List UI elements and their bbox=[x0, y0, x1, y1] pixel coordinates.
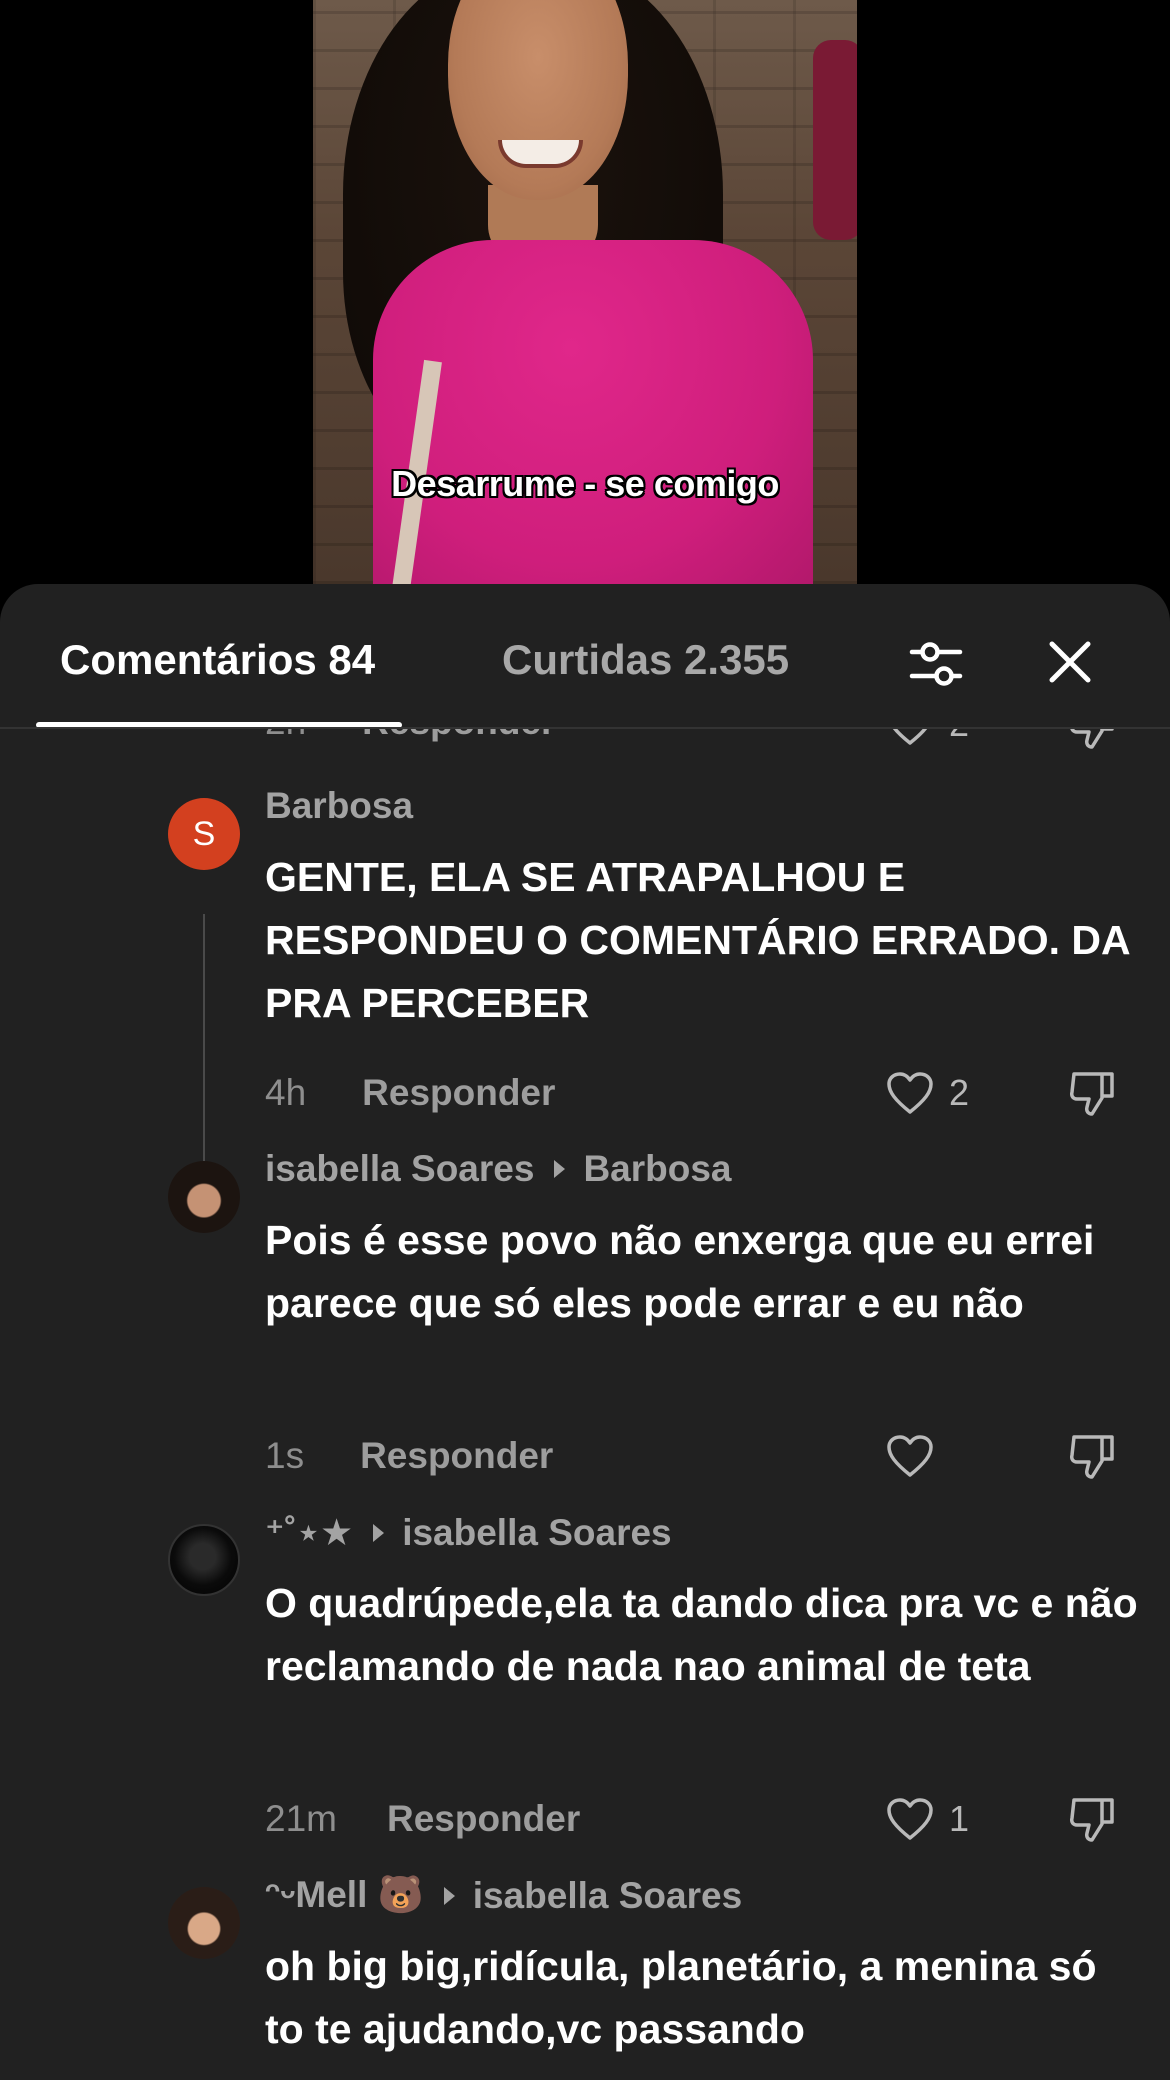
comment-meta-row: 21m Responder bbox=[265, 1798, 580, 1840]
heart-icon bbox=[887, 1798, 933, 1840]
comment-time: 1s bbox=[265, 1435, 305, 1476]
comment-text: Pois é esse povo não enxerga que eu erre… bbox=[265, 1217, 1095, 1326]
dislike-button[interactable] bbox=[1068, 1431, 1118, 1488]
person-shirt bbox=[373, 240, 813, 584]
dislike-button[interactable] bbox=[1068, 729, 1118, 758]
like-count: 1 bbox=[949, 1798, 970, 1839]
reply-to-name[interactable]: isabella Soares bbox=[402, 1512, 671, 1554]
reply-button[interactable]: Responder bbox=[387, 1798, 580, 1840]
avatar[interactable] bbox=[168, 1524, 240, 1596]
author-name[interactable]: ᵔᵕMell 🐻 bbox=[265, 1874, 424, 1917]
author-name[interactable]: ⁺˚⋆★ bbox=[265, 1511, 353, 1554]
comment-author[interactable]: ⁺˚⋆★ isabella Soares bbox=[265, 1511, 672, 1554]
heart-icon bbox=[887, 1435, 933, 1477]
like-count: 2 bbox=[949, 1072, 970, 1113]
reply-to-arrow-icon bbox=[554, 1160, 566, 1178]
avatar[interactable] bbox=[168, 1887, 240, 1959]
tab-likes[interactable]: Curtidas 2.355 bbox=[502, 636, 789, 684]
reply-button[interactable]: Responder bbox=[360, 1435, 553, 1477]
like-count: 2 bbox=[949, 729, 969, 745]
sliders-icon bbox=[909, 642, 963, 686]
comment-time: 2h bbox=[265, 729, 306, 743]
comment-author[interactable]: Barbosa bbox=[265, 785, 413, 827]
heart-icon bbox=[887, 1072, 933, 1114]
avatar[interactable]: S bbox=[168, 798, 240, 870]
comment-author[interactable]: ᵔᵕMell 🐻 isabella Soares bbox=[265, 1874, 742, 1917]
thumbs-down-icon bbox=[1070, 729, 1114, 749]
like-button[interactable]: 2 bbox=[885, 1070, 969, 1116]
comment-author[interactable]: isabella Soares Barbosa bbox=[265, 1148, 732, 1190]
like-button[interactable]: 1 bbox=[885, 1796, 969, 1842]
tab-bar: Comentários 84 Curtidas 2.355 bbox=[0, 584, 1170, 728]
comments-list[interactable]: 2h Responder 2 S Barbosa GENTE, ELA SE A… bbox=[0, 729, 1170, 2080]
comment-time: 4h bbox=[265, 1072, 307, 1113]
video-caption: Desarrume - se comigo bbox=[391, 463, 779, 504]
reply-to-arrow-icon bbox=[443, 1886, 455, 1905]
comments-sheet: Comentários 84 Curtidas 2.355 2h Respond… bbox=[0, 584, 1170, 2080]
author-name[interactable]: Barbosa bbox=[265, 785, 413, 827]
thumbs-down-icon bbox=[1070, 1435, 1114, 1479]
thumbs-down-icon bbox=[1070, 1072, 1114, 1116]
reply-button[interactable]: Responder bbox=[362, 729, 555, 743]
partial-meta-row: 2h Responder bbox=[265, 729, 555, 743]
avatar-letter: S bbox=[192, 814, 216, 853]
hanging-bag bbox=[813, 40, 857, 240]
filter-button[interactable] bbox=[906, 634, 966, 694]
like-button[interactable]: 2 bbox=[885, 729, 969, 747]
dislike-button[interactable] bbox=[1068, 1068, 1118, 1125]
close-icon bbox=[1049, 641, 1091, 683]
comment-text: GENTE, ELA SE ATRAPALHOU E RESPONDEU O C… bbox=[265, 854, 1130, 1026]
reply-to-name[interactable]: isabella Soares bbox=[473, 1875, 742, 1917]
comment-text: O quadrúpede,ela ta dando dica pra vc e … bbox=[265, 1580, 1138, 1689]
reply-to-arrow-icon bbox=[373, 1523, 385, 1542]
comment-text: oh big big,ridícula, planetário, a menin… bbox=[265, 1943, 1097, 2052]
tab-comments[interactable]: Comentários 84 bbox=[60, 636, 375, 684]
close-button[interactable] bbox=[1044, 636, 1096, 688]
author-name[interactable]: isabella Soares bbox=[265, 1148, 534, 1190]
dislike-button[interactable] bbox=[1068, 1794, 1118, 1851]
video-player[interactable]: Desarrume - se comigo bbox=[0, 0, 1170, 584]
thumbs-down-icon bbox=[1070, 1798, 1114, 1842]
comment-time: 21m bbox=[265, 1798, 337, 1839]
reply-button[interactable]: Responder bbox=[362, 1072, 555, 1114]
comment-meta-row: 1s Responder bbox=[265, 1435, 553, 1477]
avatar[interactable] bbox=[168, 1161, 240, 1233]
reply-to-name[interactable]: Barbosa bbox=[583, 1148, 731, 1190]
heart-icon bbox=[892, 729, 928, 745]
like-button[interactable] bbox=[885, 1433, 949, 1479]
comment-meta-row: 4h Responder bbox=[265, 1072, 555, 1114]
